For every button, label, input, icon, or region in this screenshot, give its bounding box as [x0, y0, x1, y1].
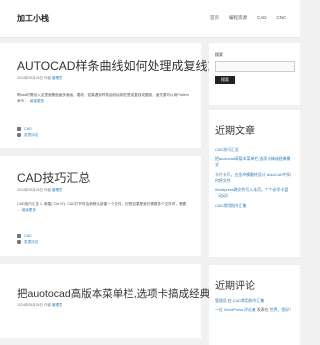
widget-title: 近期文章 [215, 126, 255, 137]
comment-on: 发表在 [256, 307, 269, 313]
folder-icon [17, 234, 21, 238]
nav-item-resources[interactable]: 编程资源 [229, 15, 247, 21]
recent-comments-widget: 近期评论 管理员 在 CAD常用指令汇集 一位 WordPress 评论者 发表… [209, 265, 300, 345]
post-author[interactable]: 管理员 [52, 303, 63, 307]
post-title[interactable]: 把auotocad高版本菜单栏,选项卡搞成经典模式 [17, 287, 231, 301]
recent-post-link[interactable]: CAD技巧汇总 [215, 147, 294, 153]
site-header: 加工小栈 首页 编程资源 CAD CNC [0, 0, 300, 38]
comment-icon [17, 133, 21, 137]
search-label: 搜索 [215, 52, 223, 57]
post-date[interactable]: 2024年05月26日 [17, 303, 43, 307]
site-title[interactable]: 加工小栈 [17, 13, 49, 24]
recent-post-link[interactable]: CAD常用指令汇集 [215, 203, 294, 209]
post-by: 作者 [44, 76, 52, 80]
post-author[interactable]: 管理员 [52, 188, 63, 192]
comment-author[interactable]: 一位 WordPress 评论者 [215, 307, 256, 312]
post-card: 把auotocad高版本菜单栏,选项卡搞成经典模式 2024年05月26日 作者… [0, 264, 231, 338]
search-input[interactable] [215, 61, 295, 72]
post-excerpt: CAD技巧汇总 1. 新建("Ctrl N"): CAD打开时会新默认新建一个文… [17, 201, 189, 213]
post-by: 作者 [44, 303, 52, 307]
post-by: 作者 [44, 188, 52, 192]
recent-post-link[interactable]: 把auotocad高版本菜单栏,选项卡搞成经典模式 [215, 156, 294, 168]
post-tags: CAD 发表评论 [17, 126, 38, 138]
recent-posts-widget: 近期文章 CAD技巧汇总 把auotocad高版本菜单栏,选项卡搞成经典模式 卡… [209, 110, 300, 257]
search-button[interactable]: 搜索 [215, 76, 235, 84]
recent-posts-list: CAD技巧汇总 把auotocad高版本菜单栏,选项卡搞成经典模式 卡片卡尺，五… [215, 147, 294, 212]
post-author[interactable]: 管理员 [52, 76, 63, 80]
recent-post-link[interactable]: Wordpress跨文件写入本页，个个必学卡盘（动动） [215, 187, 294, 199]
post-date[interactable]: 2024年05月26日 [17, 76, 43, 80]
recent-comment: 管理员 在 CAD常用指令汇集 [215, 298, 294, 304]
post-tags: CAD 发表评论 [17, 233, 38, 245]
comment-link[interactable]: 发表评论 [24, 132, 38, 138]
recent-comments-list: 管理员 在 CAD常用指令汇集 一位 WordPress 评论者 发表在 世界，… [215, 298, 294, 317]
recent-post-link[interactable]: 卡片卡尺，五金冲模最终设计 AutoCAD中如何将文件 [215, 172, 294, 184]
nav-item-cnc[interactable]: CNC [277, 15, 287, 21]
post-meta: 2024年05月26日 作者 管理员 [17, 188, 63, 193]
comment-author[interactable]: 管理员 [215, 298, 227, 303]
post-card: AUTOCAD样条曲线如何处理成复线或圆弧！ 2024年05月26日 作者 管理… [0, 43, 255, 148]
nav-item-home[interactable]: 首页 [210, 15, 219, 21]
comment-post-link[interactable]: 世界，您好！ [270, 307, 293, 312]
post-meta: 2024年05月26日 作者 管理员 [17, 303, 63, 308]
post-title[interactable]: CAD技巧汇总 [17, 171, 90, 185]
folder-icon [17, 127, 21, 131]
post-excerpt: 啊cad时需设入这里面需面面多面画、要线、如果遇到样条曲线绘制在是成复线或圆弧，… [17, 92, 189, 104]
comment-icon [17, 240, 21, 244]
read-more-link[interactable]: 阅读更多 [22, 208, 36, 212]
read-more-link[interactable]: 阅读更多 [30, 99, 44, 103]
comment-post-link[interactable]: CAD常用指令汇集 [233, 298, 265, 303]
comment-on: 在 [227, 298, 232, 303]
post-card: CAD技巧汇总 2024年05月26日 作者 管理员 CAD技巧汇总 1. 新建… [0, 156, 201, 256]
recent-comment: 一位 WordPress 评论者 发表在 世界，您好！ [215, 307, 294, 313]
search-widget: 搜索 搜索 [209, 43, 300, 105]
widget-title: 近期评论 [215, 281, 255, 292]
post-date[interactable]: 2024年05月26日 [17, 188, 43, 192]
excerpt-text: CAD技巧汇总 1. 新建("Ctrl N"): CAD打开时会新默认新建一个文… [17, 202, 187, 213]
nav-item-cad[interactable]: CAD [257, 15, 267, 21]
post-meta: 2024年05月26日 作者 管理员 [17, 76, 63, 81]
comment-link[interactable]: 发表评论 [24, 239, 38, 245]
main-nav: 首页 编程资源 CAD CNC [210, 15, 286, 21]
